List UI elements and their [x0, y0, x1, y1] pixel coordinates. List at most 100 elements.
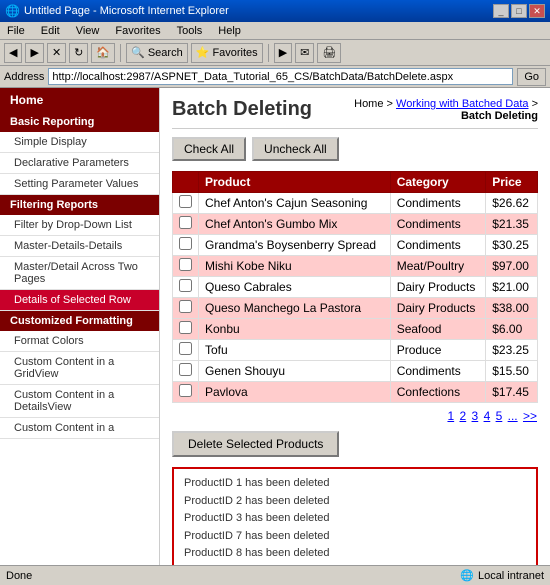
menu-edit[interactable]: Edit — [38, 24, 63, 38]
log-line: ProductID 3 has been deleted — [184, 510, 526, 528]
go-button[interactable]: Go — [517, 68, 546, 86]
main-container: Home Basic Reporting Simple Display Decl… — [0, 88, 550, 565]
content-area: Batch Deleting Home > Working with Batch… — [160, 88, 550, 565]
menu-view[interactable]: View — [73, 24, 103, 38]
row-checkbox[interactable] — [179, 300, 192, 313]
toolbar: ◀ ▶ ✕ ↻ 🏠 🔍 Search ⭐ Favorites ▶ ✉ 🖨 — [0, 40, 550, 66]
back-button[interactable]: ◀ — [4, 43, 22, 63]
row-checkbox-cell — [173, 340, 199, 361]
table-row: Pavlova Confections $17.45 — [173, 382, 538, 403]
page-5-link[interactable]: 5 — [496, 409, 503, 423]
menu-bar: File Edit View Favorites Tools Help — [0, 22, 550, 40]
address-label: Address — [4, 71, 44, 83]
breadcrumb-home: Home > — [354, 98, 396, 110]
row-category: Meat/Poultry — [390, 256, 486, 277]
row-checkbox[interactable] — [179, 237, 192, 250]
address-bar: Address Go — [0, 66, 550, 88]
row-category: Condiments — [390, 193, 486, 214]
row-checkbox[interactable] — [179, 363, 192, 376]
sidebar-item-details-selected-row[interactable]: Details of Selected Row — [0, 290, 159, 311]
row-checkbox[interactable] — [179, 195, 192, 208]
sidebar-section-basic: Basic Reporting — [0, 112, 159, 132]
row-category: Produce — [390, 340, 486, 361]
print-button[interactable]: 🖨 — [317, 43, 341, 63]
table-row: Grandma's Boysenberry Spread Condiments … — [173, 235, 538, 256]
breadcrumb-section-link[interactable]: Working with Batched Data — [396, 98, 528, 110]
favorites-button[interactable]: ⭐ Favorites — [191, 43, 263, 63]
action-buttons-row: Check All Uncheck All — [172, 137, 538, 161]
sidebar-item-format-colors[interactable]: Format Colors — [0, 331, 159, 352]
page-title: Batch Deleting — [172, 98, 312, 121]
pagination: 1 2 3 4 5 ... >> — [172, 409, 538, 423]
sidebar-section-filtering: Filtering Reports — [0, 195, 159, 215]
row-checkbox-cell — [173, 277, 199, 298]
forward-button[interactable]: ▶ — [25, 43, 43, 63]
home-button[interactable]: 🏠 — [91, 43, 115, 63]
row-checkbox[interactable] — [179, 216, 192, 229]
row-category: Dairy Products — [390, 277, 486, 298]
row-product: Queso Manchego La Pastora — [199, 298, 391, 319]
row-price: $6.00 — [486, 319, 538, 340]
log-line: ProductID 7 has been deleted — [184, 528, 526, 546]
page-2-link[interactable]: 2 — [460, 409, 467, 423]
table-row: Chef Anton's Cajun Seasoning Condiments … — [173, 193, 538, 214]
sidebar-item-setting-parameter-values[interactable]: Setting Parameter Values — [0, 174, 159, 195]
mail-button[interactable]: ✉ — [295, 43, 314, 63]
search-button[interactable]: 🔍 Search — [126, 43, 188, 63]
page-header: Batch Deleting Home > Working with Batch… — [172, 98, 538, 129]
minimize-button[interactable]: _ — [493, 4, 509, 18]
sidebar-item-custom-content-detailsview[interactable]: Custom Content in a DetailsView — [0, 385, 159, 418]
sidebar-home[interactable]: Home — [0, 88, 159, 112]
row-checkbox[interactable] — [179, 279, 192, 292]
row-product: Chef Anton's Gumbo Mix — [199, 214, 391, 235]
row-checkbox[interactable] — [179, 342, 192, 355]
menu-file[interactable]: File — [4, 24, 28, 38]
media-button[interactable]: ▶ — [274, 43, 292, 63]
stop-button[interactable]: ✕ — [47, 43, 66, 63]
row-price: $23.25 — [486, 340, 538, 361]
row-category: Confections — [390, 382, 486, 403]
row-checkbox[interactable] — [179, 258, 192, 271]
delete-selected-button[interactable]: Delete Selected Products — [172, 431, 339, 457]
table-row: Genen Shouyu Condiments $15.50 — [173, 361, 538, 382]
sidebar-item-custom-content-other[interactable]: Custom Content in a — [0, 418, 159, 439]
refresh-button[interactable]: ↻ — [69, 43, 88, 63]
menu-tools[interactable]: Tools — [174, 24, 206, 38]
row-product: Mishi Kobe Niku — [199, 256, 391, 277]
page-ellipsis-link[interactable]: ... — [508, 409, 518, 423]
check-all-button[interactable]: Check All — [172, 137, 246, 161]
close-button[interactable]: ✕ — [529, 4, 545, 18]
maximize-button[interactable]: □ — [511, 4, 527, 18]
table-header-price: Price — [486, 172, 538, 193]
table-row: Queso Cabrales Dairy Products $21.00 — [173, 277, 538, 298]
browser-icon: 🌐 — [5, 4, 20, 18]
menu-help[interactable]: Help — [215, 24, 244, 38]
uncheck-all-button[interactable]: Uncheck All — [252, 137, 339, 161]
sidebar-item-master-detail-two-pages[interactable]: Master/Detail Across Two Pages — [0, 257, 159, 290]
sidebar-item-simple-display[interactable]: Simple Display — [0, 132, 159, 153]
menu-favorites[interactable]: Favorites — [112, 24, 163, 38]
sidebar-item-declarative-parameters[interactable]: Declarative Parameters — [0, 153, 159, 174]
page-1-link[interactable]: 1 — [447, 409, 454, 423]
address-input[interactable] — [48, 68, 513, 85]
row-checkbox-cell — [173, 214, 199, 235]
page-4-link[interactable]: 4 — [484, 409, 491, 423]
row-checkbox[interactable] — [179, 321, 192, 334]
breadcrumb: Home > Working with Batched Data > Batch… — [354, 98, 538, 122]
table-row: Konbu Seafood $6.00 — [173, 319, 538, 340]
title-bar: 🌐 Untitled Page - Microsoft Internet Exp… — [0, 0, 550, 22]
status-bar: Done 🌐 Local intranet — [0, 565, 550, 585]
sidebar-item-master-details[interactable]: Master-Details-Details — [0, 236, 159, 257]
sidebar-item-custom-content-gridview[interactable]: Custom Content in a GridView — [0, 352, 159, 385]
row-checkbox-cell — [173, 298, 199, 319]
row-category: Condiments — [390, 235, 486, 256]
sidebar-item-filter-dropdown[interactable]: Filter by Drop-Down List — [0, 215, 159, 236]
page-next-link[interactable]: >> — [523, 409, 537, 423]
log-line: ProductID 2 has been deleted — [184, 493, 526, 511]
status-text: Done — [6, 570, 32, 582]
page-3-link[interactable]: 3 — [472, 409, 479, 423]
row-checkbox-cell — [173, 382, 199, 403]
row-checkbox[interactable] — [179, 384, 192, 397]
row-price: $30.25 — [486, 235, 538, 256]
breadcrumb-current: Batch Deleting — [461, 110, 538, 122]
